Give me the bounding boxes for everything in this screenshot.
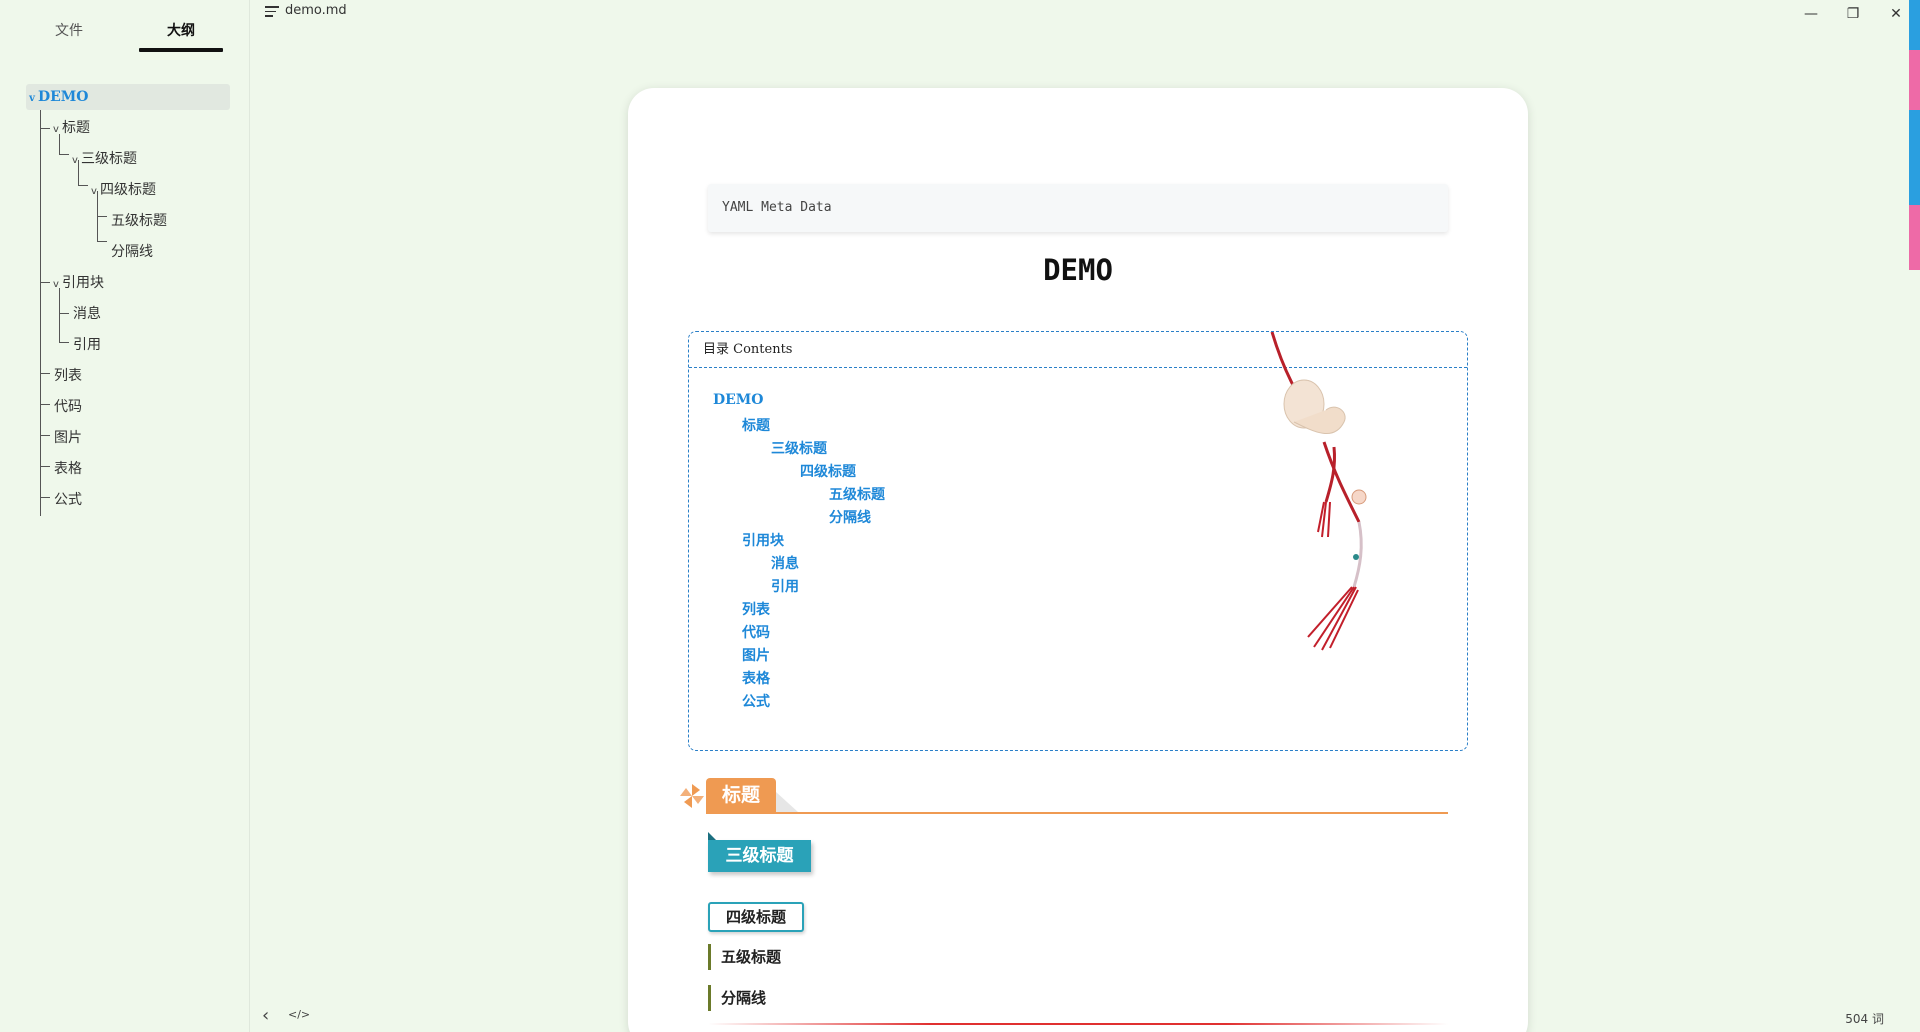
chevron-down-icon[interactable]: v (50, 272, 62, 298)
toc-link[interactable]: 表格 (742, 668, 770, 688)
heading-2-label: 标题 (706, 778, 776, 812)
tree-guide (97, 241, 107, 242)
tree-guide (40, 435, 50, 436)
outline-item-separator[interactable]: 分隔线 (111, 239, 153, 265)
outline-item-blockquote[interactable]: v 引用块 (50, 270, 104, 296)
yaml-front-matter[interactable]: YAML Meta Data (708, 184, 1448, 232)
toc-link[interactable]: 三级标题 (771, 438, 827, 458)
file-title: demo.md (285, 3, 347, 18)
tab-files[interactable]: 文件 (27, 20, 111, 52)
outline-item-label: 代码 (54, 399, 82, 415)
heading-2-underline (706, 812, 1448, 814)
tree-guide (40, 128, 50, 129)
outline-item-list[interactable]: 列表 (54, 363, 82, 389)
outline-item-label: 公式 (54, 492, 82, 508)
outline-item-quote[interactable]: 引用 (73, 332, 101, 358)
tassel-decoration-icon (1270, 332, 1367, 651)
tree-guide (40, 466, 50, 467)
toc-link[interactable]: 引用 (771, 576, 799, 596)
outline-item-label: 消息 (73, 306, 101, 322)
document-title: DEMO (1043, 253, 1113, 287)
outline-item-code[interactable]: 代码 (54, 394, 82, 420)
tree-guide (40, 282, 50, 283)
chevron-down-icon[interactable]: v (26, 86, 38, 112)
tab-outline[interactable]: 大纲 (139, 20, 223, 52)
tree-guide (40, 497, 50, 498)
tree-guide (59, 342, 69, 343)
source-mode-button[interactable]: </> (288, 1008, 310, 1021)
tree-guide (40, 108, 41, 516)
toc-link[interactable]: 图片 (742, 645, 770, 665)
outline-item-label: 标题 (62, 120, 90, 136)
chevron-down-icon[interactable]: v (69, 148, 81, 174)
toc-link[interactable]: 代码 (742, 622, 770, 642)
title-bar: demo.md — ❐ ✕ (251, 0, 1920, 28)
outline-item-message[interactable]: 消息 (73, 301, 101, 327)
outline-item-label: 表格 (54, 461, 82, 477)
outline-item-label: 五级标题 (111, 213, 167, 229)
outline-item-image[interactable]: 图片 (54, 425, 82, 451)
tree-guide (78, 185, 88, 186)
chevron-down-icon[interactable]: v (50, 117, 62, 143)
heading-2[interactable]: 标题 (678, 778, 1468, 818)
outline-item-h4[interactable]: v 四级标题 (88, 177, 156, 203)
outline-item-h3[interactable]: v 三级标题 (69, 146, 137, 172)
tree-guide (59, 313, 69, 314)
pinwheel-icon (680, 784, 704, 808)
heading-5[interactable]: 五级标题 (708, 944, 781, 970)
menu-icon[interactable] (265, 6, 279, 18)
minimize-button[interactable]: — (1801, 4, 1821, 24)
toc-link[interactable]: 引用块 (742, 530, 784, 550)
outline-item-formula[interactable]: 公式 (54, 487, 82, 513)
toc-link[interactable]: 分隔线 (829, 507, 871, 527)
toc-link[interactable]: DEMO (713, 392, 764, 408)
tree-guide (97, 216, 107, 217)
document-page[interactable]: YAML Meta Data DEMO 目录 Contents DEMO 标题 … (628, 88, 1528, 1032)
accent-strip (1909, 0, 1920, 270)
outline-item-label: 图片 (54, 430, 82, 446)
chevron-down-icon[interactable]: v (88, 179, 100, 205)
outline-item-label: DEMO (38, 89, 89, 105)
table-of-contents: 目录 Contents DEMO 标题 三级标题 四级标题 五级标题 分隔线 引… (688, 331, 1468, 751)
outline-item-label: 三级标题 (81, 151, 137, 167)
outline-item-heading[interactable]: v 标题 (50, 115, 90, 141)
tree-guide (59, 154, 69, 155)
toggle-sidebar-button[interactable]: ‹ (262, 1005, 269, 1026)
heading-5-separator[interactable]: 分隔线 (708, 985, 766, 1011)
toc-link[interactable]: 标题 (742, 415, 770, 435)
tree-guide (40, 404, 50, 405)
sidebar: 文件 大纲 v DEMO v 标题 v 三级标题 v 四级标题 五级标题 分隔线… (0, 0, 250, 1032)
outline-item-label: 引用 (73, 337, 101, 353)
outline-item-label: 四级标题 (100, 182, 156, 198)
outline-item-table[interactable]: 表格 (54, 456, 82, 482)
tree-guide (40, 373, 50, 374)
horizontal-rule (708, 1023, 1448, 1025)
heading-4[interactable]: 四级标题 (708, 902, 804, 932)
close-button[interactable]: ✕ (1886, 4, 1906, 24)
heading-2-shadow (776, 792, 798, 812)
restore-button[interactable]: ❐ (1843, 4, 1863, 24)
toc-link[interactable]: 列表 (742, 599, 770, 619)
outline-item-label: 引用块 (62, 275, 104, 291)
toc-link[interactable]: 消息 (771, 553, 799, 573)
outline-item-label: 分隔线 (111, 244, 153, 260)
heading-3-fold (708, 832, 716, 840)
toc-link[interactable]: 五级标题 (829, 484, 885, 504)
sidebar-tabs: 文件 大纲 (0, 0, 250, 52)
outline-item-demo[interactable]: v DEMO (26, 84, 230, 110)
toc-link[interactable]: 公式 (742, 691, 770, 711)
toc-link[interactable]: 四级标题 (800, 461, 856, 481)
heading-3[interactable]: 三级标题 (708, 840, 811, 872)
outline-item-label: 列表 (54, 368, 82, 384)
word-count[interactable]: 504 词 (1845, 1010, 1884, 1027)
outline-item-h5[interactable]: 五级标题 (111, 208, 167, 234)
